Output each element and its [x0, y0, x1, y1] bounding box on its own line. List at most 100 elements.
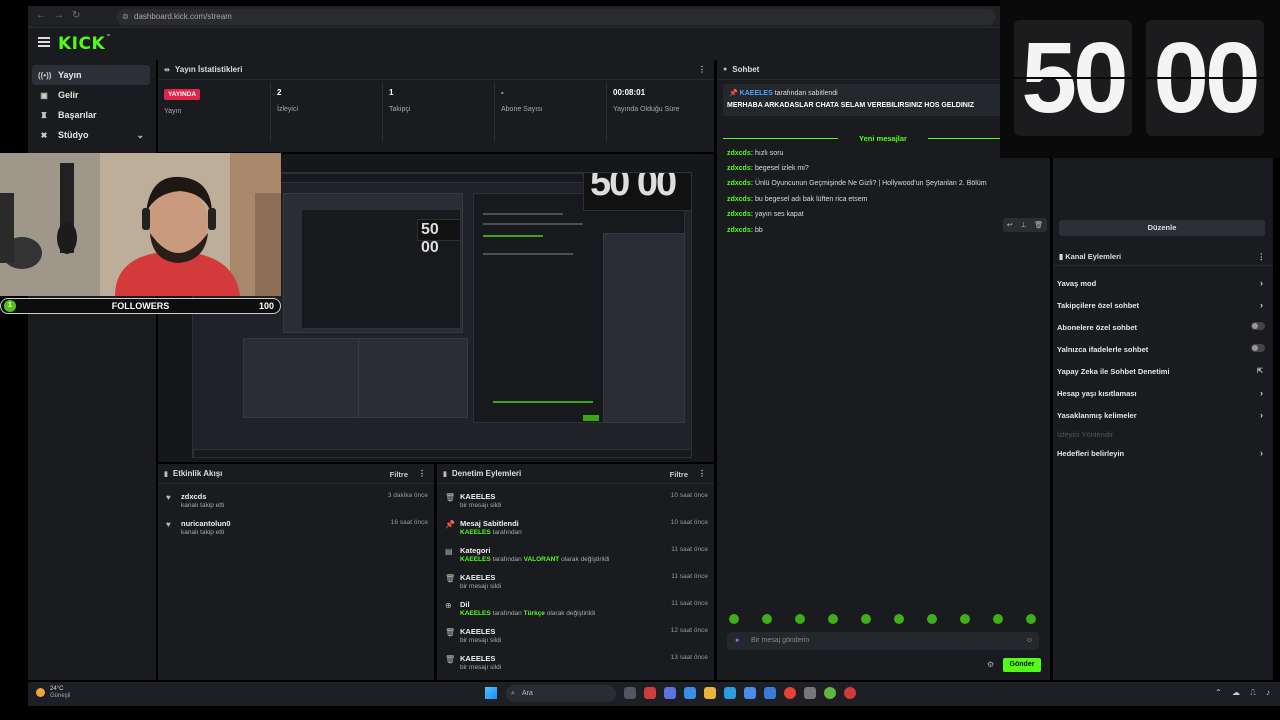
action-slow-mode[interactable]: Yavaş mod ›	[1057, 278, 1267, 288]
mic-icon[interactable]: ●	[735, 632, 739, 650]
toggle-switch[interactable]	[1251, 322, 1265, 330]
chat-message[interactable]: zdxcds: hızlı soru	[727, 150, 783, 157]
emote-icon[interactable]	[894, 614, 904, 624]
taskbar-search[interactable]: ⌕ Ara	[506, 685, 616, 702]
chat-username[interactable]: zdxcds:	[727, 150, 753, 157]
chat-username[interactable]: zdxcds:	[727, 180, 753, 187]
action-followers-only[interactable]: Takipçilere özel sohbet ›	[1057, 300, 1267, 310]
action-subscribers-only[interactable]: Abonelere özel sohbet	[1057, 322, 1267, 332]
send-button[interactable]: Gönder	[1003, 658, 1041, 672]
chat-input[interactable]: ● Bir mesaj gönderin ☺	[727, 632, 1039, 650]
system-tray[interactable]: ⌃ ☁ ⎍ ♪	[1215, 688, 1274, 698]
app-icon[interactable]	[804, 687, 816, 699]
toggle-switch[interactable]	[1251, 344, 1265, 352]
obs-icon[interactable]	[644, 687, 656, 699]
chat-username[interactable]: zdxcds:	[727, 165, 753, 172]
more-options-icon[interactable]: ⋮	[698, 469, 706, 478]
emote-icon[interactable]	[861, 614, 871, 624]
delete-icon[interactable]: 🗑	[1034, 221, 1043, 229]
search-placeholder: Ara	[522, 690, 533, 697]
pinned-user[interactable]: KAEELES	[740, 90, 773, 97]
edge-icon[interactable]	[724, 687, 736, 699]
sidebar-item-revenue[interactable]: ▣ Gelir	[32, 85, 150, 105]
sun-icon	[36, 688, 45, 697]
sidebar-item-studio[interactable]: ✖ Stüdyo ⌄	[32, 125, 150, 145]
list-icon: ▮	[443, 470, 447, 478]
mod-title: KAEELES	[460, 654, 496, 663]
pin-icon[interactable]: ⊥	[1020, 221, 1026, 229]
chat-message[interactable]: zdxcds: yayın ses kapat	[727, 211, 804, 218]
emote-icon[interactable]	[795, 614, 805, 624]
chat-username[interactable]: zdxcds:	[727, 227, 753, 234]
filter-button[interactable]: Filtre	[390, 470, 408, 479]
discord-icon[interactable]	[664, 687, 676, 699]
site-info-icon[interactable]: ⊜	[122, 9, 129, 25]
action-banned-words[interactable]: Yasaklanmış kelimeler ›	[1057, 410, 1267, 420]
chat-username[interactable]: zdxcds:	[727, 211, 753, 218]
gear-icon[interactable]: ⚙	[987, 660, 994, 669]
external-link-icon: ⇱	[1257, 368, 1263, 375]
chat-message[interactable]: zdxcds: begesel izlek mi?	[727, 165, 809, 172]
app-icon[interactable]	[684, 687, 696, 699]
chat-username[interactable]: zdxcds:	[727, 196, 753, 203]
mic-app-icon[interactable]	[844, 687, 856, 699]
preview-line	[483, 253, 573, 255]
chat-message[interactable]: zdxcds: bu begesel adı bak lüften rica e…	[727, 196, 867, 203]
folder-icon[interactable]	[704, 687, 716, 699]
emote-icon[interactable]	[1026, 614, 1036, 624]
windows-start-icon[interactable]	[485, 687, 497, 699]
more-options-icon[interactable]: ⋮	[1258, 248, 1266, 266]
emote-icon[interactable]	[960, 614, 970, 624]
action-emote-only[interactable]: Yalnızca ifadelerle sohbet	[1057, 344, 1267, 354]
event-time: 16 saat önce	[390, 519, 428, 526]
emote-icon[interactable]	[927, 614, 937, 624]
preview-timer: 50 00	[583, 173, 691, 211]
filter-button[interactable]: Filtre	[670, 470, 688, 479]
heart-icon: ♥	[166, 520, 171, 529]
studio-icon: ✖	[40, 130, 48, 140]
forward-icon[interactable]: →	[54, 10, 64, 21]
address-bar[interactable]: ⊜ dashboard.kick.com/stream	[116, 9, 996, 25]
activity-feed-panel: ▮ Etkinlik Akışı Filtre ⋮ ♥ zdxcds kanal…	[158, 464, 434, 680]
reload-icon[interactable]: ↻	[72, 10, 80, 21]
more-options-icon[interactable]: ⋮	[698, 65, 706, 74]
store-icon[interactable]	[744, 687, 756, 699]
mod-sub: KAEELES tarafından	[460, 529, 522, 536]
mod-time: 11 saat önce	[671, 546, 708, 553]
reply-icon[interactable]: ↩	[1007, 221, 1013, 229]
pinned-message[interactable]: 📌 KAEELES tarafından sabitlendi MERHABA …	[723, 84, 1043, 116]
action-ai-moderation[interactable]: Yapay Zeka ile Sohbet Denetimi ⇱	[1057, 367, 1267, 376]
kick-logo[interactable]: KICK™	[58, 34, 112, 54]
event-user[interactable]: zdxcds	[181, 492, 206, 501]
panel-title: Etkinlik Akışı	[172, 469, 223, 478]
chat-message[interactable]: zdxcds: bb	[727, 227, 763, 234]
preview-actions	[603, 233, 685, 423]
timer-minutes: 50	[1014, 20, 1132, 136]
emote-icon[interactable]	[993, 614, 1003, 624]
chrome-icon[interactable]	[784, 687, 796, 699]
emoji-icon[interactable]: ☺	[1026, 632, 1033, 650]
chat-message[interactable]: zdxcds: Ünlü Oyuncunun Geçmişinde Ne Giz…	[727, 180, 987, 187]
mod-title: Kategori	[460, 546, 491, 555]
emote-icon[interactable]	[729, 614, 739, 624]
back-icon[interactable]: ←	[36, 10, 46, 21]
event-user[interactable]: nuricantolun0	[181, 519, 231, 528]
task-view-icon[interactable]	[624, 687, 636, 699]
app-icon[interactable]	[764, 687, 776, 699]
emote-icon[interactable]	[828, 614, 838, 624]
action-set-goals[interactable]: Hedefleri belirleyin ›	[1057, 448, 1267, 458]
preview-taskbar	[193, 449, 691, 457]
event-time: 3 dakika önce	[387, 492, 428, 499]
stream-stats-panel: ⇹ Yayın İstatistikleri ⋮ YAYINDA Yayın 2…	[158, 60, 714, 152]
timer-seconds: 00	[1146, 20, 1264, 136]
sidebar-item-achievements[interactable]: ♜ Başarılar	[32, 105, 150, 125]
more-options-icon[interactable]: ⋮	[418, 469, 426, 478]
chrome-alt-icon[interactable]	[824, 687, 836, 699]
edit-button[interactable]: Düzenle	[1059, 220, 1265, 236]
mod-time: 12 saat önce	[670, 627, 708, 634]
emote-icon[interactable]	[762, 614, 772, 624]
action-account-age[interactable]: Hesap yaşı kısıtlaması ›	[1057, 388, 1267, 398]
sidebar-item-stream[interactable]: ((•)) Yayın	[32, 65, 150, 85]
menu-icon[interactable]	[38, 37, 50, 47]
divider	[270, 82, 271, 142]
